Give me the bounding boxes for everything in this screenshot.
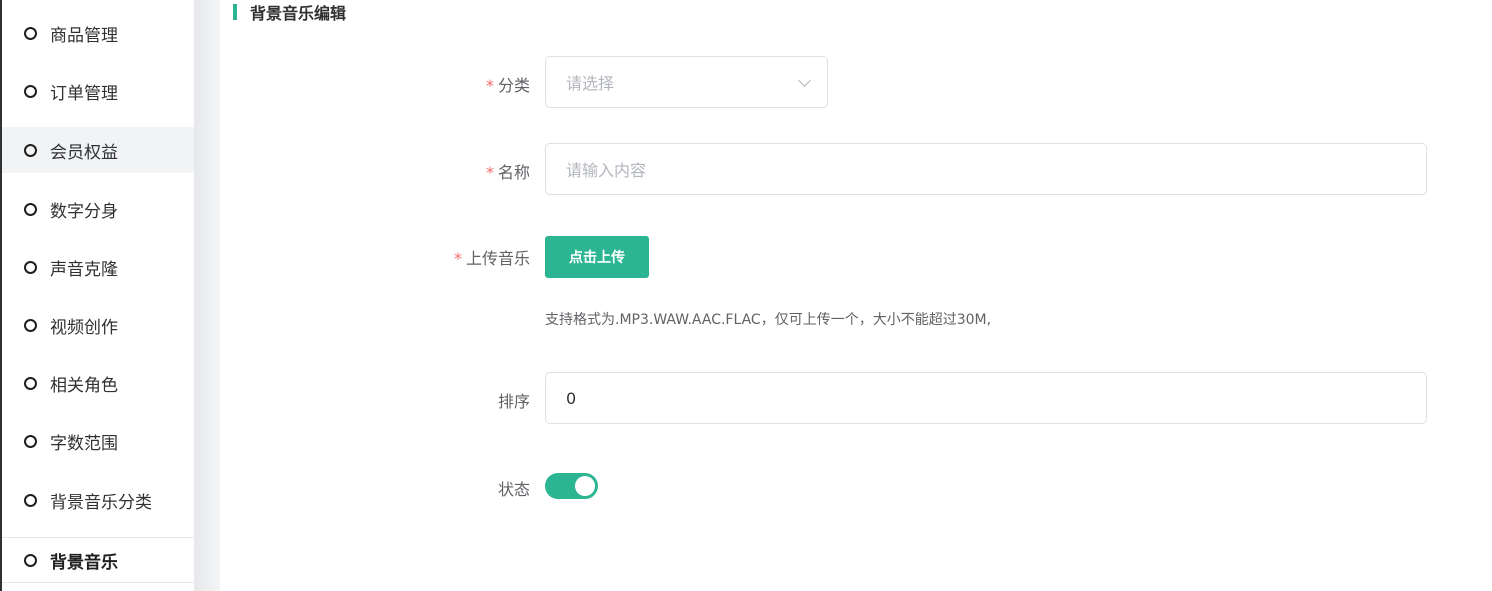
circle-icon (24, 318, 37, 332)
circle-icon (24, 434, 37, 448)
sidebar-item-voice-clone[interactable]: 声音克隆 (2, 244, 194, 290)
title-accent-bar (233, 4, 237, 20)
circle-icon (24, 26, 37, 40)
sidebar-item-digital-avatar[interactable]: 数字分身 (2, 186, 194, 232)
upload-label: * 上传音乐 (454, 245, 530, 269)
sidebar-item-video-creation[interactable]: 视频创作 (2, 302, 194, 348)
name-placeholder: 请输入内容 (566, 161, 647, 180)
page-title: 背景音乐编辑 (250, 4, 347, 23)
sidebar-item-label: 相关角色 (50, 375, 118, 396)
sidebar-item-label: 背景音乐分类 (50, 492, 152, 513)
circle-icon (24, 143, 37, 157)
circle-icon (24, 376, 37, 390)
section-title: 背景音乐编辑 (233, 3, 347, 23)
sort-label: 排序 (498, 388, 530, 412)
sidebar-item-orders[interactable]: 订单管理 (2, 68, 194, 114)
main-content: 背景音乐编辑 * 分类 请选择 * 名称 请输入内容 * 上传音乐 点击上传 支持格式… (220, 0, 1492, 591)
sidebar-item-bgm[interactable]: 背景音乐 (2, 537, 194, 583)
sidebar-item-products[interactable]: 商品管理 (2, 10, 194, 56)
upload-hint: 支持格式为.MP3.WAW.AAC.FLAC，仅可上传一个，大小不能超过30M, (545, 312, 992, 328)
circle-icon (24, 202, 37, 216)
name-label: * 名称 (486, 159, 530, 183)
sidebar-item-label: 背景音乐 (50, 552, 118, 573)
status-label-text: 状态 (497, 480, 530, 499)
sidebar-item-roles[interactable]: 相关角色 (2, 360, 194, 406)
required-mark: * (485, 76, 494, 95)
category-label: * 分类 (486, 72, 530, 96)
upload-button[interactable]: 点击上传 (545, 236, 649, 278)
status-toggle[interactable] (545, 473, 598, 499)
category-label-text: 分类 (497, 76, 530, 95)
sidebar-item-membership[interactable]: 会员权益 (2, 127, 194, 173)
category-placeholder: 请选择 (566, 74, 615, 93)
sidebar: 商品管理 订单管理 会员权益 数字分身 声音克隆 视频创作 相关角色 字数范围 (0, 0, 194, 591)
upload-label-text: 上传音乐 (465, 249, 530, 268)
circle-icon (24, 84, 37, 98)
sidebar-item-label: 声音克隆 (50, 259, 118, 280)
sidebar-item-bgm-category[interactable]: 背景音乐分类 (2, 477, 194, 523)
category-select[interactable]: 请选择 (545, 56, 828, 108)
content-gutter (194, 0, 220, 591)
toggle-knob (575, 476, 595, 496)
circle-icon (24, 260, 37, 274)
sidebar-item-label: 商品管理 (50, 25, 118, 46)
circle-icon (24, 493, 37, 507)
sidebar-item-label: 视频创作 (50, 317, 118, 338)
name-input[interactable]: 请输入内容 (545, 143, 1427, 195)
chevron-down-icon (798, 74, 811, 87)
sidebar-item-label: 订单管理 (50, 83, 118, 104)
required-mark: * (453, 249, 462, 268)
sidebar-item-label: 字数范围 (50, 433, 118, 454)
sort-value: 0 (566, 388, 577, 408)
app-window: 商品管理 订单管理 会员权益 数字分身 声音克隆 视频创作 相关角色 字数范围 (0, 0, 1492, 591)
sort-input[interactable]: 0 (545, 372, 1427, 424)
circle-icon (24, 553, 37, 567)
sidebar-item-word-range[interactable]: 字数范围 (2, 418, 194, 464)
sidebar-item-label: 会员权益 (50, 142, 118, 163)
sidebar-item-label: 数字分身 (50, 201, 118, 222)
required-mark: * (485, 163, 494, 182)
status-label: 状态 (498, 476, 530, 500)
sort-label-text: 排序 (497, 392, 530, 411)
name-label-text: 名称 (497, 163, 530, 182)
